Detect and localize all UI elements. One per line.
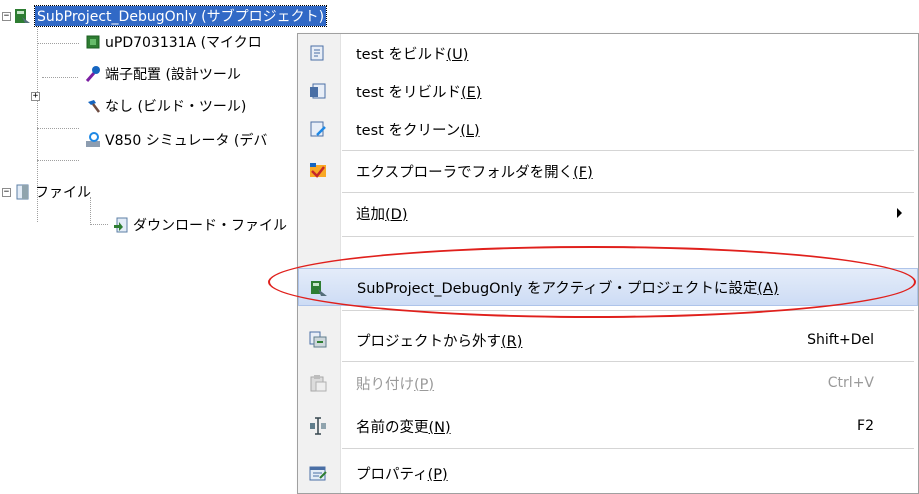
menu-shortcut: F2 bbox=[857, 418, 874, 434]
tree-node-label: V850 シミュレータ (デバ bbox=[105, 133, 268, 149]
menu-item-label: test をリビルド bbox=[356, 84, 461, 101]
menu-item-remove-from-project[interactable]: プロジェクトから外す(R) Shift+Del bbox=[298, 321, 918, 359]
context-menu: test をビルド(U) test をリビルド(E) test をクリーン(L)… bbox=[297, 33, 919, 494]
menu-item-set-active-project[interactable]: SubProject_DebugOnly をアクティブ・プロジェクトに設定(A) bbox=[298, 268, 918, 306]
collapse-toggle[interactable]: − bbox=[2, 12, 11, 21]
access-key: (N) bbox=[428, 419, 451, 436]
menu-item-label: エクスプローラでフォルダを開く bbox=[356, 164, 574, 181]
tree-node-project[interactable]: SubProject_DebugOnly (サブプロジェクト) bbox=[14, 5, 328, 27]
menu-item-label: プロパティ bbox=[356, 466, 428, 483]
menu-item-open-explorer[interactable]: エクスプローラでフォルダを開く(F) bbox=[298, 152, 918, 190]
access-key: (D) bbox=[385, 206, 408, 223]
menu-item-clean[interactable]: test をクリーン(L) bbox=[298, 110, 918, 148]
rename-icon bbox=[310, 417, 326, 435]
tree-node-pin-config[interactable]: 端子配置 (設計ツール bbox=[84, 63, 241, 85]
menu-separator bbox=[342, 192, 914, 193]
menu-item-label: プロジェクトから外す bbox=[356, 333, 501, 350]
access-key: (L) bbox=[460, 122, 480, 139]
menu-item-label: SubProject_DebugOnly をアクティブ・プロジェクトに設定 bbox=[357, 280, 758, 297]
properties-icon bbox=[309, 466, 327, 481]
tree-node-label: ダウンロード・ファイル bbox=[133, 218, 287, 234]
menu-item-label: 追加 bbox=[356, 206, 385, 223]
clean-icon bbox=[310, 121, 326, 137]
pin-tool-icon bbox=[85, 66, 100, 82]
menu-item-rename[interactable]: 名前の変更(N) F2 bbox=[298, 407, 918, 445]
tree-guide-line bbox=[37, 160, 79, 161]
submenu-arrow-icon bbox=[897, 208, 902, 218]
menu-item-rebuild[interactable]: test をリビルド(E) bbox=[298, 72, 918, 110]
tree-node-build-tool[interactable]: なし (ビルド・ツール) bbox=[84, 95, 246, 117]
build-icon bbox=[310, 45, 324, 61]
tree-guide-line bbox=[90, 224, 108, 225]
access-key: (P) bbox=[427, 466, 448, 483]
access-key: (P) bbox=[414, 376, 435, 393]
tree-node-label: ファイル bbox=[35, 185, 91, 201]
menu-separator bbox=[342, 236, 914, 237]
tree-node-device[interactable]: uPD703131A (マイクロ bbox=[84, 31, 262, 53]
menu-item-paste: 貼り付け(P) Ctrl+V bbox=[298, 364, 918, 402]
access-key: (F) bbox=[573, 164, 593, 181]
access-key: (E) bbox=[460, 84, 482, 101]
download-files-icon bbox=[114, 217, 128, 233]
explorer-folder-icon bbox=[310, 163, 326, 178]
expand-toggle[interactable]: + bbox=[31, 92, 40, 101]
tree-guide-line bbox=[42, 77, 78, 78]
menu-item-add[interactable]: 追加(D) bbox=[298, 194, 918, 232]
tree-node-label: なし (ビルド・ツール) bbox=[105, 99, 247, 115]
project-icon bbox=[15, 9, 30, 23]
active-project-icon bbox=[311, 281, 327, 296]
menu-separator bbox=[342, 150, 914, 151]
menu-item-build[interactable]: test をビルド(U) bbox=[298, 34, 918, 72]
collapse-toggle[interactable]: − bbox=[2, 188, 11, 197]
simulator-icon bbox=[86, 132, 100, 147]
tree-node-download-files[interactable]: ダウンロード・ファイル bbox=[112, 214, 287, 236]
menu-shortcut: Ctrl+V bbox=[827, 375, 874, 391]
tree-node-label: 端子配置 (設計ツール bbox=[105, 67, 241, 83]
menu-separator bbox=[342, 361, 914, 362]
tree-node-label: uPD703131A (マイクロ bbox=[105, 35, 262, 51]
remove-project-icon bbox=[309, 331, 327, 348]
menu-item-label: 名前の変更 bbox=[356, 419, 429, 436]
rebuild-icon bbox=[310, 83, 326, 99]
menu-item-label: test をビルド bbox=[356, 46, 447, 63]
access-key: (A) bbox=[757, 280, 779, 297]
microcontroller-icon bbox=[86, 35, 100, 49]
menu-separator bbox=[342, 310, 914, 311]
menu-item-label: 貼り付け bbox=[356, 376, 414, 393]
menu-separator bbox=[342, 448, 914, 449]
files-folder-icon bbox=[16, 184, 29, 200]
access-key: (R) bbox=[501, 333, 523, 350]
paste-icon bbox=[310, 375, 327, 392]
menu-item-properties[interactable]: プロパティ(P) bbox=[298, 454, 918, 492]
menu-shortcut: Shift+Del bbox=[807, 332, 874, 348]
hammer-icon bbox=[88, 100, 100, 113]
tree-node-files[interactable]: ファイル bbox=[14, 181, 91, 203]
tree-node-label: SubProject_DebugOnly (サブプロジェクト) bbox=[33, 5, 328, 27]
access-key: (U) bbox=[446, 46, 469, 63]
tree-node-debug-tool[interactable]: V850 シミュレータ (デバ bbox=[84, 129, 267, 151]
tree-guide-line bbox=[37, 43, 79, 44]
tree-guide-line bbox=[37, 128, 79, 129]
menu-item-label: test をクリーン bbox=[356, 122, 461, 139]
